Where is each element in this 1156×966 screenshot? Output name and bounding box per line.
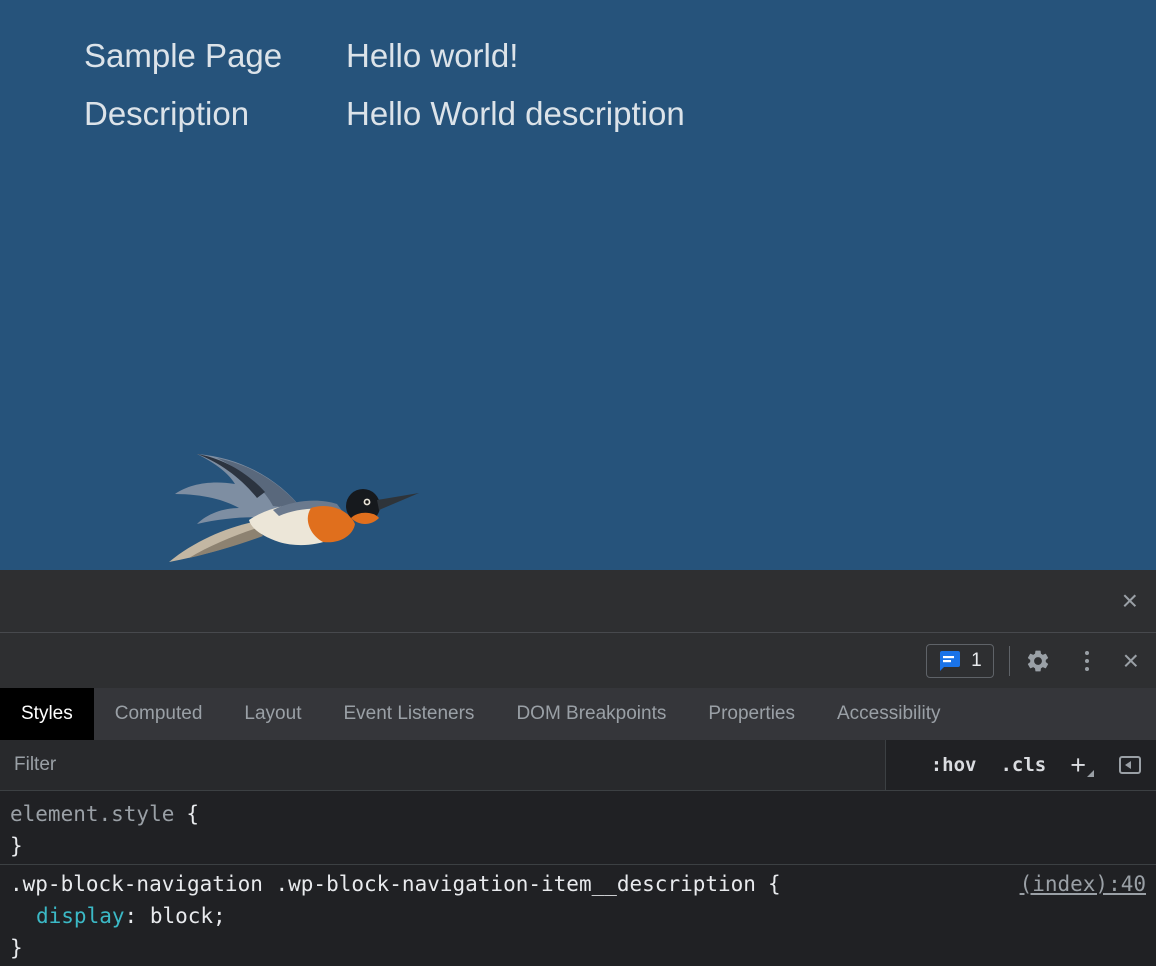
element-style-selector[interactable]: element.style [10, 802, 174, 826]
rule-divider [0, 864, 1156, 865]
css-terminator: ; [213, 904, 226, 928]
brace-open: { [186, 802, 199, 826]
close-drawer-icon[interactable]: × [1122, 587, 1138, 615]
tab-event-listeners[interactable]: Event Listeners [322, 688, 495, 740]
css-property-name[interactable]: display [36, 904, 125, 928]
element-style-rule-open[interactable]: element.style { [10, 798, 1146, 830]
element-classes-toggle[interactable]: .cls [1000, 754, 1046, 776]
console-drawer-header: × [0, 570, 1156, 633]
toolbar-divider [1009, 646, 1010, 676]
wp-rule-selector-line: .wp-block-navigation .wp-block-navigatio… [10, 868, 1146, 900]
rule-source-link[interactable]: (index):40 [1020, 868, 1146, 900]
wp-rule-selector[interactable]: .wp-block-navigation .wp-block-navigatio… [10, 868, 781, 900]
styles-filter-input[interactable] [0, 740, 886, 790]
filter-controls: :hov .cls + [886, 740, 1156, 790]
close-devtools-icon[interactable]: × [1123, 647, 1139, 675]
nav-description-description: Hello World description [346, 94, 685, 134]
nav-item-row: Sample Page Hello world! [84, 36, 685, 76]
wp-rule-close: } [10, 932, 1146, 964]
wp-navigation-block: Sample Page Hello world! Description Hel… [84, 36, 685, 152]
bird-image [152, 448, 434, 570]
browser-viewport: Sample Page Hello world! Description Hel… [0, 0, 1156, 570]
toggle-sidebar-icon[interactable] [1118, 754, 1142, 776]
nav-link-description[interactable]: Description [84, 94, 346, 134]
css-property-value[interactable]: block [150, 904, 213, 928]
console-badge-count: 1 [971, 650, 982, 672]
tab-styles[interactable]: Styles [0, 688, 94, 740]
tab-accessibility[interactable]: Accessibility [816, 688, 961, 740]
styles-pane: element.style { } .wp-block-navigation .w… [0, 791, 1156, 964]
nav-description-sample-page: Hello world! [346, 36, 518, 76]
css-separator: : [125, 904, 150, 928]
console-messages-button[interactable]: 1 [926, 644, 994, 678]
tab-layout[interactable]: Layout [223, 688, 322, 740]
more-options-icon[interactable] [1081, 647, 1093, 675]
elements-sidebar-tabbar: Styles Computed Layout Event Listeners D… [0, 688, 1156, 740]
tab-dom-breakpoints[interactable]: DOM Breakpoints [495, 688, 687, 740]
hover-state-toggle[interactable]: :hov [931, 754, 977, 776]
devtools-toolbar: 1 × [0, 633, 1156, 688]
css-declaration[interactable]: display: block; [10, 900, 1146, 932]
settings-gear-icon[interactable] [1025, 648, 1051, 674]
new-style-rule-button[interactable]: + [1070, 752, 1094, 779]
tab-properties[interactable]: Properties [687, 688, 816, 740]
tab-computed[interactable]: Computed [94, 688, 224, 740]
devtools-panel: × 1 × Styles Computed Layout Event Liste… [0, 570, 1156, 966]
nav-item-row: Description Hello World description [84, 94, 685, 134]
styles-filter-bar: :hov .cls + [0, 740, 1156, 791]
brace-open: { [768, 872, 781, 896]
console-bubble-icon [938, 649, 962, 673]
element-style-rule-close: } [10, 830, 1146, 862]
nav-link-sample-page[interactable]: Sample Page [84, 36, 346, 76]
